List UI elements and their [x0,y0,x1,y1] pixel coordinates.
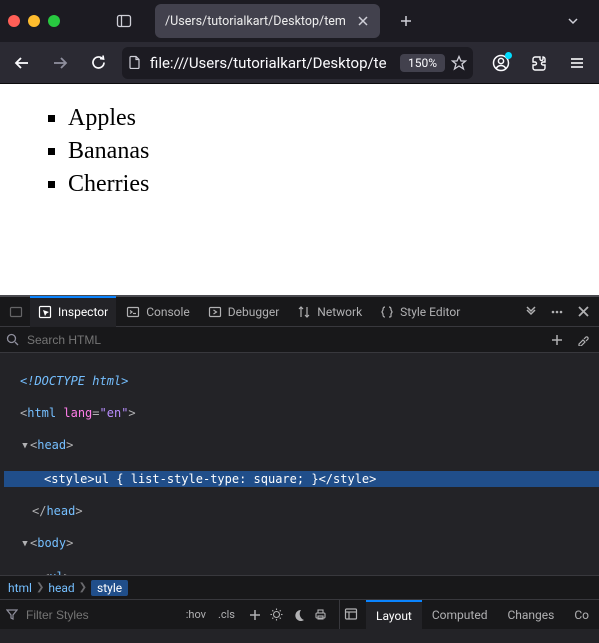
selected-node[interactable]: <style>ul { list-style-type: square; }</… [4,471,599,487]
devtools-close-button[interactable] [571,300,595,324]
eyedropper-button[interactable] [573,330,593,350]
tabs-dropdown-button[interactable] [559,7,587,35]
sidetab-computed[interactable]: Computed [422,600,498,629]
rules-toolbar: :hov .cls Layout Computed Changes Co [0,599,599,629]
tab-console[interactable]: Console [118,297,198,327]
light-scheme-button[interactable] [269,607,285,623]
browser-toolbar: file:///Users/tutorialkart/Desktop/te 15… [0,42,599,84]
sidetab-changes[interactable]: Changes [497,600,564,629]
more-tabs-button[interactable] [519,300,543,324]
window-minimize-button[interactable] [28,15,40,27]
tab-network[interactable]: Network [289,297,370,327]
tab-label: Debugger [228,305,280,319]
tab-close-button[interactable] [354,12,372,30]
network-icon [297,305,311,319]
chevron-right-icon: ❯ [36,582,44,593]
page-list: Apples Bananas Cherries [22,102,577,201]
window-controls [8,15,60,27]
pseudo-hov-toggle[interactable]: :hov [182,608,210,621]
tab-label: Network [317,305,362,319]
window-close-button[interactable] [8,15,20,27]
devtools-menu-button[interactable] [545,300,569,324]
tab-label: Style Editor [400,305,460,319]
inspector-icon [38,305,52,319]
page-content: Apples Bananas Cherries [0,84,599,295]
style-editor-icon [380,305,394,319]
search-html-input[interactable] [25,332,541,348]
tab-style-editor[interactable]: Style Editor [372,297,468,327]
add-element-button[interactable] [547,330,567,350]
notification-dot-icon [505,52,512,59]
tab-debugger[interactable]: Debugger [200,297,288,327]
breadcrumb-item[interactable]: html [8,581,32,595]
file-icon [128,55,144,71]
debugger-icon [208,305,222,319]
chevron-right-icon: ❯ [79,582,87,593]
forward-button[interactable] [46,49,74,77]
print-sim-button[interactable] [313,607,329,623]
doctype-node[interactable]: <!DOCTYPE html> [20,374,128,388]
sidebar-toggle-button[interactable] [111,8,137,34]
rules-content [0,629,599,643]
sidetab-compat[interactable]: Co [564,600,599,629]
tab-inspector[interactable]: Inspector [30,296,116,327]
url-bar[interactable]: file:///Users/tutorialkart/Desktop/te 15… [122,47,473,79]
browser-tab[interactable]: /Users/tutorialkart/Desktop/temp.ht [155,4,380,38]
dark-scheme-button[interactable] [291,607,307,623]
app-menu-button[interactable] [563,49,591,77]
extensions-button[interactable] [525,49,553,77]
search-icon [6,333,19,346]
markup-view[interactable]: <!DOCTYPE html> <html lang="en"> ▼<head>… [0,353,599,575]
back-button[interactable] [8,49,36,77]
bookmark-star-icon[interactable] [451,55,467,71]
cls-toggle[interactable]: .cls [214,608,239,621]
console-icon [126,305,140,319]
filter-styles-input[interactable] [24,607,178,623]
account-button[interactable] [487,49,515,77]
list-item: Cherries [68,168,577,201]
tab-label: Console [146,305,190,319]
new-tab-button[interactable] [392,7,420,35]
devtools-tabbar: Inspector Console Debugger Network Style… [0,297,599,327]
add-rule-button[interactable] [247,607,263,623]
reload-button[interactable] [84,49,112,77]
layout-pane-icon[interactable] [344,607,360,623]
breadcrumb-item[interactable]: head [48,581,74,595]
breadcrumb-item-current[interactable]: style [91,580,128,596]
tab-title: /Users/tutorialkart/Desktop/temp.ht [165,14,346,29]
list-item: Apples [68,102,577,135]
filter-icon [6,608,20,622]
tab-label: Inspector [58,305,108,319]
window-maximize-button[interactable] [48,15,60,27]
url-text: file:///Users/tutorialkart/Desktop/te [150,54,394,72]
breadcrumb: html ❯ head ❯ style [0,575,599,599]
zoom-badge[interactable]: 150 [400,54,445,72]
iframe-picker-button[interactable] [4,300,28,324]
devtools-search-bar [0,327,599,353]
sidetab-layout[interactable]: Layout [366,600,422,629]
window-titlebar: /Users/tutorialkart/Desktop/temp.ht [0,0,599,42]
devtools-panel: Inspector Console Debugger Network Style… [0,295,599,643]
list-item: Bananas [68,135,577,168]
